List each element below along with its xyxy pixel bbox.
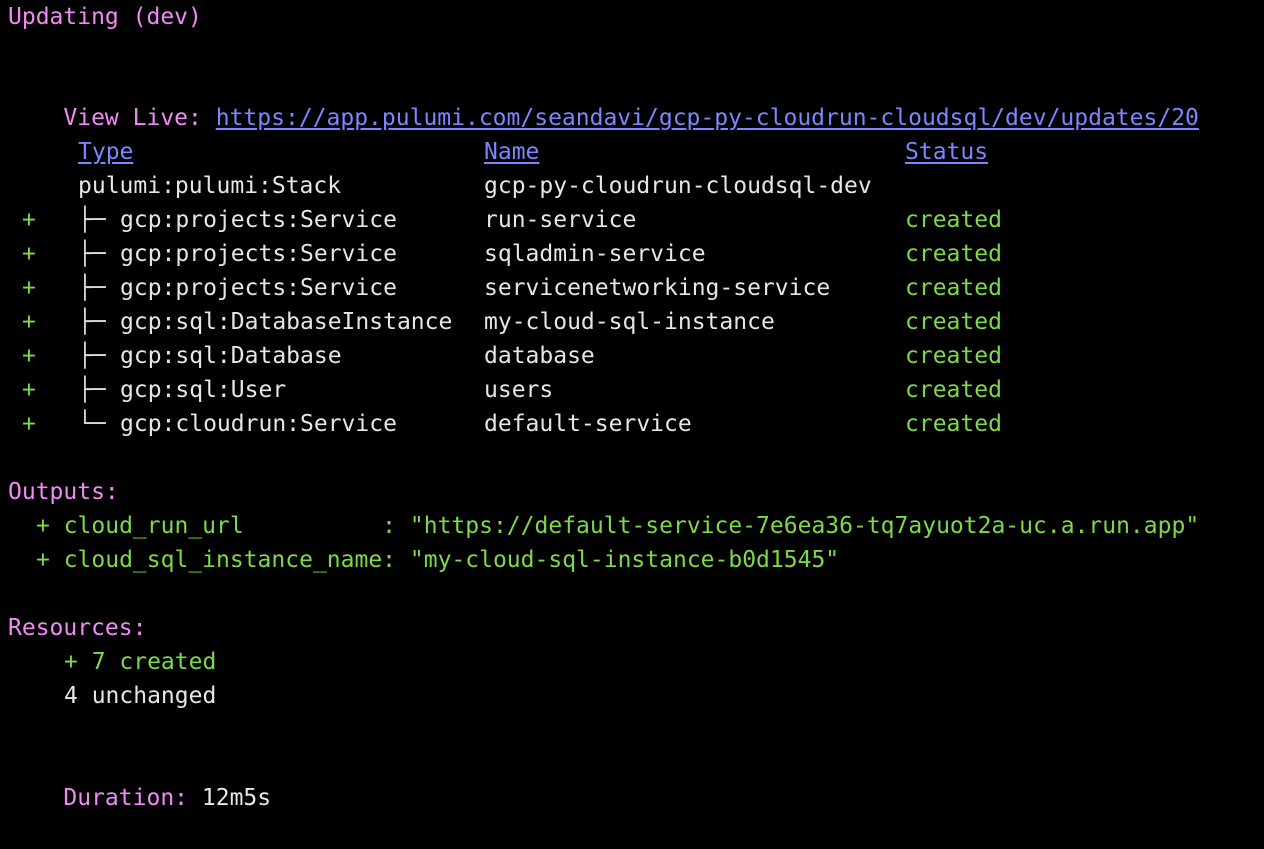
table-row: + └─ gcp:cloudrun:Service default-servic… [0,407,1264,441]
resource-name: database [484,343,595,369]
resource-type: gcp:projects:Service [120,241,397,267]
table-row: + ├─ gcp:projects:Service sqladmin-servi… [0,237,1264,271]
resource-status: created [905,377,1002,403]
create-op-icon: + [22,275,36,301]
resources-unchanged: 4 unchanged [64,683,217,709]
resource-name: my-cloud-sql-instance [484,309,775,335]
create-op-icon: + [22,309,36,335]
create-op-icon: + [22,377,36,403]
output-cloud-sql-instance-name: + cloud_sql_instance_name: "my-cloud-sql… [36,547,840,573]
outputs-label: Outputs: [8,479,119,505]
resource-status: created [905,343,1002,369]
view-live-line: View Live: https://app.pulumi.com/seanda… [8,67,1199,131]
duration-value: 12m5s [201,785,272,811]
duration-line: Duration: 12m5s [8,747,271,811]
resource-name: run-service [484,207,637,233]
table-header-row: Type Name Status [0,135,1264,169]
resource-name: sqladmin-service [484,241,706,267]
stack-name: gcp-py-cloudrun-cloudsql-dev [484,173,872,199]
create-op-icon: + [22,343,36,369]
resource-name: servicenetworking-service [484,275,831,301]
view-live-link[interactable]: https://app.pulumi.com/seandavi/gcp-py-c… [216,105,1199,131]
resource-status: created [905,309,1002,335]
output-cloud-run-url: + cloud_run_url : "https://default-servi… [36,513,1200,539]
resources-created: + 7 created [64,649,217,675]
resource-type: gcp:sql:User [120,377,287,403]
updating-title: Updating (dev) [8,4,202,30]
resource-status: created [905,411,1002,437]
resources-label: Resources: [8,615,147,641]
tree-branch-icon: ├─ [78,377,106,403]
resource-type: gcp:sql:Database [120,343,342,369]
table-row: + ├─ gcp:sql:DatabaseInstance my-cloud-s… [0,305,1264,339]
resource-type: gcp:projects:Service [120,275,397,301]
view-live-label: View Live: [63,105,202,131]
column-header-type: Type [78,139,134,165]
resource-name: users [484,377,554,403]
table-row: + ├─ gcp:sql:User users created [0,373,1264,407]
create-op-icon: + [22,411,36,437]
tree-branch-icon: ├─ [78,207,106,233]
tree-corner-icon: └─ [78,411,106,437]
stack-row: pulumi:pulumi:Stack gcp-py-cloudrun-clou… [0,169,1264,203]
duration-label: Duration: [63,785,189,811]
table-row: + ├─ gcp:projects:Service servicenetwork… [0,271,1264,305]
column-header-name: Name [484,139,540,165]
table-row: + ├─ gcp:sql:Database database created [0,339,1264,373]
tree-branch-icon: ├─ [78,309,106,335]
resource-name: default-service [484,411,692,437]
resource-status: created [905,275,1002,301]
resource-type: gcp:sql:DatabaseInstance [120,309,453,335]
create-op-icon: + [22,207,36,233]
stack-type: pulumi:pulumi:Stack [78,173,342,199]
table-row: + ├─ gcp:projects:Service run-service cr… [0,203,1264,237]
resource-status: created [905,207,1002,233]
tree-branch-icon: ├─ [78,343,106,369]
resource-status: created [905,241,1002,267]
tree-branch-icon: ├─ [78,275,106,301]
resource-type: gcp:projects:Service [120,207,397,233]
resource-type: gcp:cloudrun:Service [120,411,397,437]
column-header-status: Status [905,139,989,165]
tree-branch-icon: ├─ [78,241,106,267]
create-op-icon: + [22,241,36,267]
